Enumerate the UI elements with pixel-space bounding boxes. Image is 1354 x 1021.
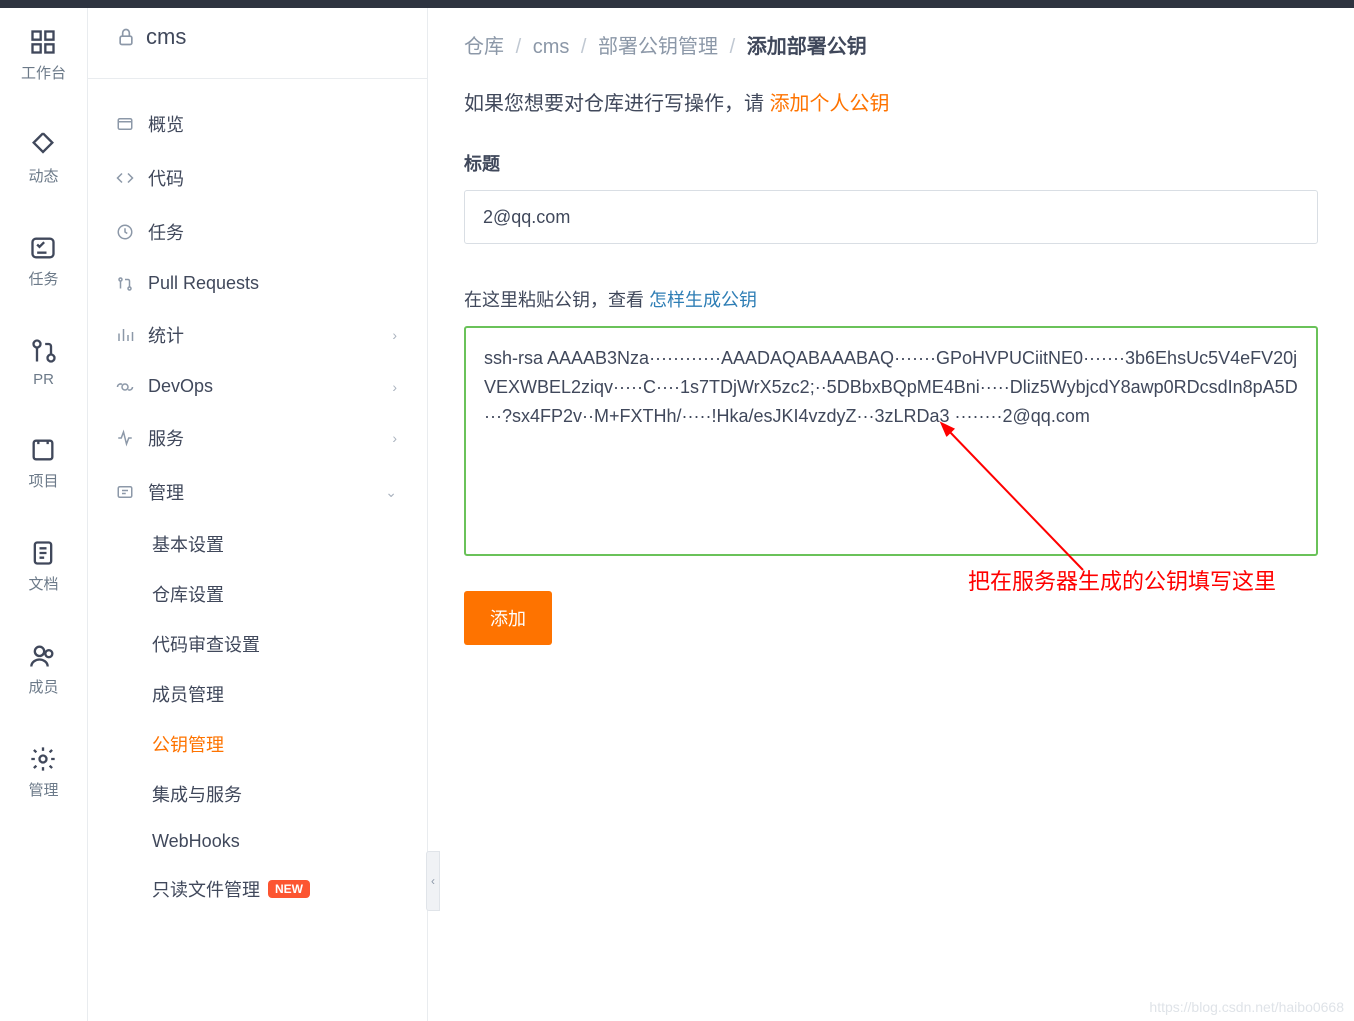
hint-text: 如果您想要对仓库进行写操作，请 添加个人公钥 — [464, 87, 1318, 116]
devops-icon — [116, 378, 134, 396]
menu-stats[interactable]: 统计 › — [88, 308, 427, 362]
chevron-right-icon: › — [392, 430, 397, 446]
submenu-label: 集成与服务 — [152, 781, 242, 807]
submenu-label: WebHooks — [152, 831, 240, 852]
leftnav-tasks[interactable]: 任务 — [28, 234, 58, 289]
submenu-webhooks[interactable]: WebHooks — [132, 819, 427, 864]
submenu-basic[interactable]: 基本设置 — [132, 519, 427, 569]
submenu-label: 代码审查设置 — [152, 631, 260, 657]
menu-label: 管理 — [148, 479, 184, 505]
manage-icon — [116, 483, 134, 501]
leftnav-label: 任务 — [28, 268, 58, 289]
sidebar: cms 概览 代码 任务 Pull Requests 统计 › — [88, 0, 428, 1021]
menu-label: 统计 — [148, 322, 184, 348]
tasks-icon — [116, 223, 134, 241]
menu-label: Pull Requests — [148, 273, 259, 294]
code-icon — [116, 169, 134, 187]
submenu-keys[interactable]: 公钥管理 — [132, 719, 427, 769]
submenu-members[interactable]: 成员管理 — [132, 669, 427, 719]
main: 仓库 / cms / 部署公钥管理 / 添加部署公钥 如果您想要对仓库进行写操作… — [428, 0, 1354, 1021]
services-icon — [116, 429, 134, 447]
leftnav-dashboard[interactable]: 工作台 — [21, 28, 66, 83]
submenu-label: 基本设置 — [152, 531, 224, 557]
menu-manage[interactable]: 管理 ⌄ — [88, 465, 427, 519]
settings-icon — [29, 745, 57, 773]
chevron-right-icon: › — [392, 327, 397, 343]
breadcrumb-sep: / — [581, 36, 587, 58]
sidebar-menu: 概览 代码 任务 Pull Requests 统计 › DevOps — [88, 79, 427, 914]
watermark: https://blog.csdn.net/haibo0668 — [1149, 999, 1344, 1015]
menu-services[interactable]: 服务 › — [88, 411, 427, 465]
repo-header: cms — [88, 24, 427, 79]
leftnav: 工作台 动态 任务 PR 项目 文档 成员 管理 — [0, 0, 88, 1021]
public-key-textarea[interactable] — [464, 326, 1318, 556]
title-label: 标题 — [464, 150, 1318, 176]
annotation-text: 把在服务器生成的公钥填写这里 — [968, 564, 1276, 596]
menu-label: 服务 — [148, 425, 184, 451]
new-badge: NEW — [268, 880, 310, 898]
project-icon — [29, 436, 57, 464]
leftnav-label: 项目 — [28, 470, 58, 491]
leftnav-label: 动态 — [28, 165, 58, 186]
breadcrumb-cms[interactable]: cms — [533, 36, 570, 58]
add-personal-key-link[interactable]: 添加个人公钥 — [770, 93, 890, 115]
menu-devops[interactable]: DevOps › — [88, 362, 427, 411]
menu-pr[interactable]: Pull Requests — [88, 259, 427, 308]
menu-label: 概览 — [148, 111, 184, 137]
leftnav-docs[interactable]: 文档 — [28, 539, 58, 594]
howto-link[interactable]: 怎样生成公钥 — [649, 290, 757, 310]
activity-icon — [29, 131, 57, 159]
menu-tasks[interactable]: 任务 — [88, 205, 427, 259]
submenu-label: 只读文件管理 — [152, 876, 260, 902]
leftnav-label: 工作台 — [21, 62, 66, 83]
repo-name: cms — [146, 24, 186, 50]
dashboard-icon — [29, 28, 57, 56]
submenu-integrations[interactable]: 集成与服务 — [132, 769, 427, 819]
breadcrumb-sep: / — [516, 36, 522, 58]
submenu-repo[interactable]: 仓库设置 — [132, 569, 427, 619]
menu-label: 代码 — [148, 165, 184, 191]
submenu-readonly[interactable]: 只读文件管理 NEW — [132, 864, 427, 914]
top-bar — [0, 0, 1354, 8]
leftnav-pr[interactable]: PR — [30, 337, 58, 388]
leftnav-label: 文档 — [28, 573, 58, 594]
breadcrumb-current: 添加部署公钥 — [747, 36, 867, 58]
menu-overview[interactable]: 概览 — [88, 97, 427, 151]
menu-label: 任务 — [148, 219, 184, 245]
leftnav-members[interactable]: 成员 — [28, 642, 58, 697]
leftnav-label: PR — [33, 371, 54, 388]
pr-icon — [30, 337, 58, 365]
menu-label: DevOps — [148, 376, 213, 397]
chevron-down-icon: ⌄ — [385, 484, 397, 501]
chevron-right-icon: › — [392, 379, 397, 395]
leftnav-label: 成员 — [28, 676, 58, 697]
task-icon — [29, 234, 57, 262]
menu-code[interactable]: 代码 — [88, 151, 427, 205]
breadcrumb-deploy[interactable]: 部署公钥管理 — [598, 36, 718, 58]
leftnav-settings[interactable]: 管理 — [28, 745, 58, 800]
members-icon — [29, 642, 57, 670]
docs-icon — [29, 539, 57, 567]
pull-request-icon — [116, 275, 134, 293]
title-input[interactable] — [464, 190, 1318, 244]
add-button[interactable]: 添加 — [464, 591, 552, 645]
stats-icon — [116, 326, 134, 344]
submenu-review[interactable]: 代码审查设置 — [132, 619, 427, 669]
lock-icon — [116, 27, 136, 47]
leftnav-label: 管理 — [28, 779, 58, 800]
overview-icon — [116, 115, 134, 133]
breadcrumb-repo[interactable]: 仓库 — [464, 36, 504, 58]
submenu-label: 成员管理 — [152, 681, 224, 707]
hint-prefix: 如果您想要对仓库进行写操作，请 — [464, 93, 770, 115]
submenu: 基本设置 仓库设置 代码审查设置 成员管理 公钥管理 集成与服务 WebHook… — [88, 519, 427, 914]
paste-label: 在这里粘贴公钥，查看 怎样生成公钥 — [464, 286, 1318, 312]
submenu-label: 公钥管理 — [152, 731, 224, 757]
breadcrumb: 仓库 / cms / 部署公钥管理 / 添加部署公钥 — [464, 30, 1318, 59]
leftnav-activity[interactable]: 动态 — [28, 131, 58, 186]
paste-prefix: 在这里粘贴公钥，查看 — [464, 290, 649, 310]
leftnav-project[interactable]: 项目 — [28, 436, 58, 491]
submenu-label: 仓库设置 — [152, 581, 224, 607]
breadcrumb-sep: / — [730, 36, 736, 58]
